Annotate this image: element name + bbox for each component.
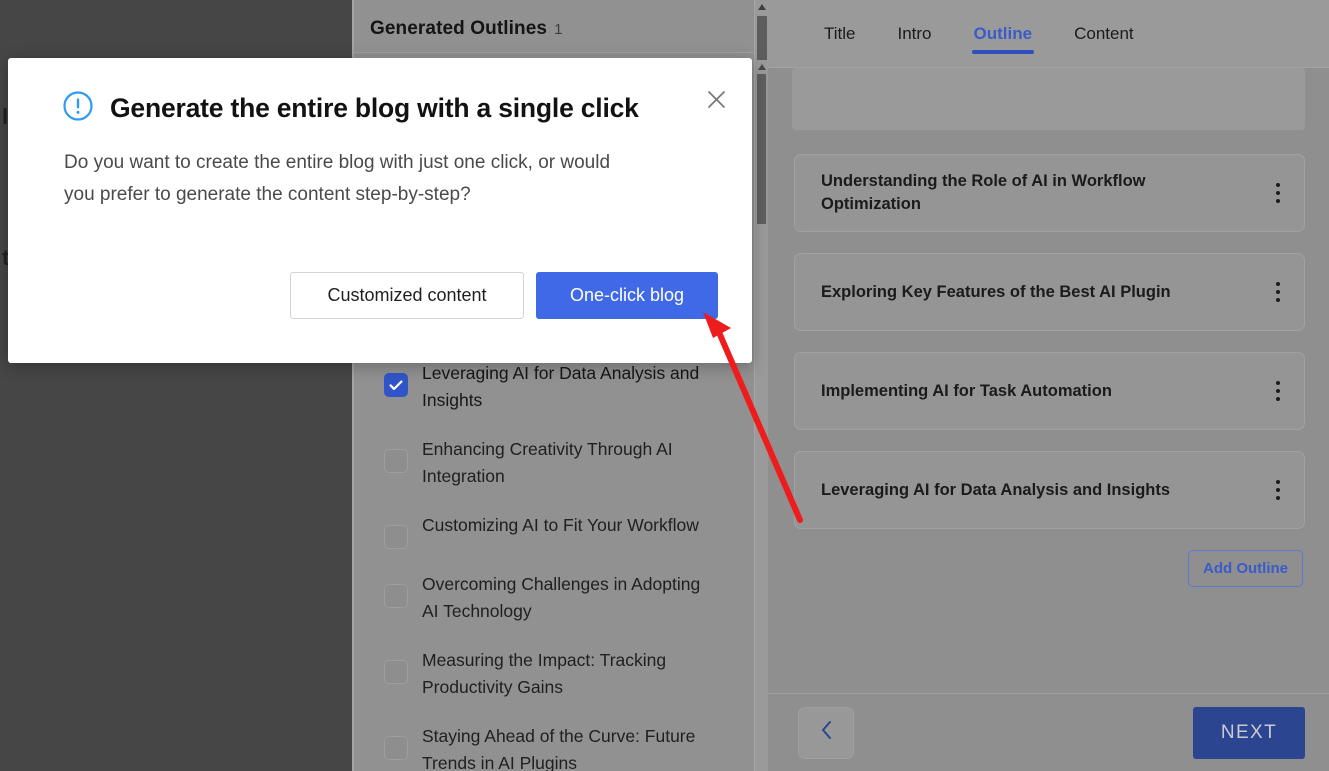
step-tabs: Title Intro Outline Content	[768, 0, 1329, 68]
list-item[interactable]: Customizing AI to Fit Your Workflow	[384, 512, 740, 549]
outline-card-list: Understanding the Role of AI in Workflow…	[794, 154, 1305, 587]
tab-content[interactable]: Content	[1072, 2, 1136, 66]
one-click-blog-dialog: Generate the entire blog with a single c…	[8, 58, 752, 363]
checkbox-icon[interactable]	[384, 660, 408, 684]
checkbox-icon[interactable]	[384, 525, 408, 549]
wizard-footer: NEXT	[768, 693, 1329, 771]
generated-outlines-header: Generated Outlines 1	[354, 0, 768, 50]
list-item-label: Enhancing Creativity Through AI Integrat…	[422, 436, 707, 490]
info-circle-icon	[62, 90, 94, 127]
close-icon	[707, 90, 726, 114]
customized-content-button[interactable]: Customized content	[290, 272, 524, 319]
page-title: Generated Outlines	[370, 18, 547, 40]
outline-card[interactable]: Exploring Key Features of the Best AI Pl…	[794, 253, 1305, 331]
app-root: l t Generated Outlines 1 Leveraging AI f…	[0, 0, 1329, 771]
outline-editor-body: Understanding the Role of AI in Workflow…	[768, 68, 1329, 693]
tab-outline[interactable]: Outline	[972, 2, 1035, 66]
outline-card[interactable]: Leveraging AI for Data Analysis and Insi…	[794, 451, 1305, 529]
list-item-label: Customizing AI to Fit Your Workflow	[422, 512, 699, 539]
list-item[interactable]: Enhancing Creativity Through AI Integrat…	[384, 436, 740, 490]
close-button[interactable]	[702, 88, 730, 116]
scroll-up-arrow-icon[interactable]	[755, 60, 768, 73]
list-item[interactable]: Leveraging AI for Data Analysis and Insi…	[384, 360, 740, 414]
dialog-actions: Customized content One-click blog	[290, 272, 718, 319]
checkbox-icon[interactable]	[384, 584, 408, 608]
checkbox-icon[interactable]	[384, 736, 408, 760]
add-outline-row: Add Outline	[794, 550, 1305, 587]
list-item-label: Leveraging AI for Data Analysis and Insi…	[422, 360, 707, 414]
outline-card-text: Understanding the Role of AI in Workflow…	[821, 170, 1221, 216]
kebab-menu-icon[interactable]	[1270, 179, 1286, 207]
checkbox-icon[interactable]	[384, 449, 408, 473]
editor-toolbar-strip	[792, 68, 1305, 130]
scrollbar-thumb[interactable]	[757, 74, 766, 224]
header-divider	[354, 52, 768, 53]
outline-checkbox-list: Leveraging AI for Data Analysis and Insi…	[354, 360, 754, 771]
list-item[interactable]: Overcoming Challenges in Adopting AI Tec…	[384, 571, 740, 625]
list-item-label: Measuring the Impact: Tracking Productiv…	[422, 647, 707, 701]
back-button[interactable]	[798, 707, 854, 759]
dialog-header: Generate the entire blog with a single c…	[42, 90, 718, 127]
one-click-blog-button[interactable]: One-click blog	[536, 272, 718, 319]
list-item[interactable]: Measuring the Impact: Tracking Productiv…	[384, 647, 740, 701]
editor-right-panel: Title Intro Outline Content Understandin…	[768, 0, 1329, 771]
scroll-up-arrow-icon[interactable]	[755, 0, 769, 14]
kebab-menu-icon[interactable]	[1270, 278, 1286, 306]
dialog-title: Generate the entire blog with a single c…	[110, 93, 639, 124]
outline-card-text: Leveraging AI for Data Analysis and Insi…	[821, 479, 1170, 502]
next-button[interactable]: NEXT	[1193, 707, 1305, 759]
kebab-menu-icon[interactable]	[1270, 377, 1286, 405]
list-item-label: Overcoming Challenges in Adopting AI Tec…	[422, 571, 707, 625]
dialog-message: Do you want to create the entire blog wi…	[42, 147, 642, 211]
chevron-left-icon	[820, 720, 833, 745]
tab-title[interactable]: Title	[822, 2, 858, 66]
list-item[interactable]: Staying Ahead of the Curve: Future Trend…	[384, 723, 740, 771]
outline-card-text: Implementing AI for Task Automation	[821, 380, 1112, 403]
checkbox-checked-icon[interactable]	[384, 373, 408, 397]
outline-count-badge: 1	[554, 21, 562, 38]
outline-card-text: Exploring Key Features of the Best AI Pl…	[821, 281, 1171, 304]
add-outline-button[interactable]: Add Outline	[1188, 550, 1303, 587]
list-item-label: Staying Ahead of the Curve: Future Trend…	[422, 723, 707, 771]
kebab-menu-icon[interactable]	[1270, 476, 1286, 504]
right-panel-scrollbar[interactable]	[755, 60, 768, 771]
tab-intro[interactable]: Intro	[896, 2, 934, 66]
outline-card[interactable]: Implementing AI for Task Automation	[794, 352, 1305, 430]
outline-card[interactable]: Understanding the Role of AI in Workflow…	[794, 154, 1305, 232]
